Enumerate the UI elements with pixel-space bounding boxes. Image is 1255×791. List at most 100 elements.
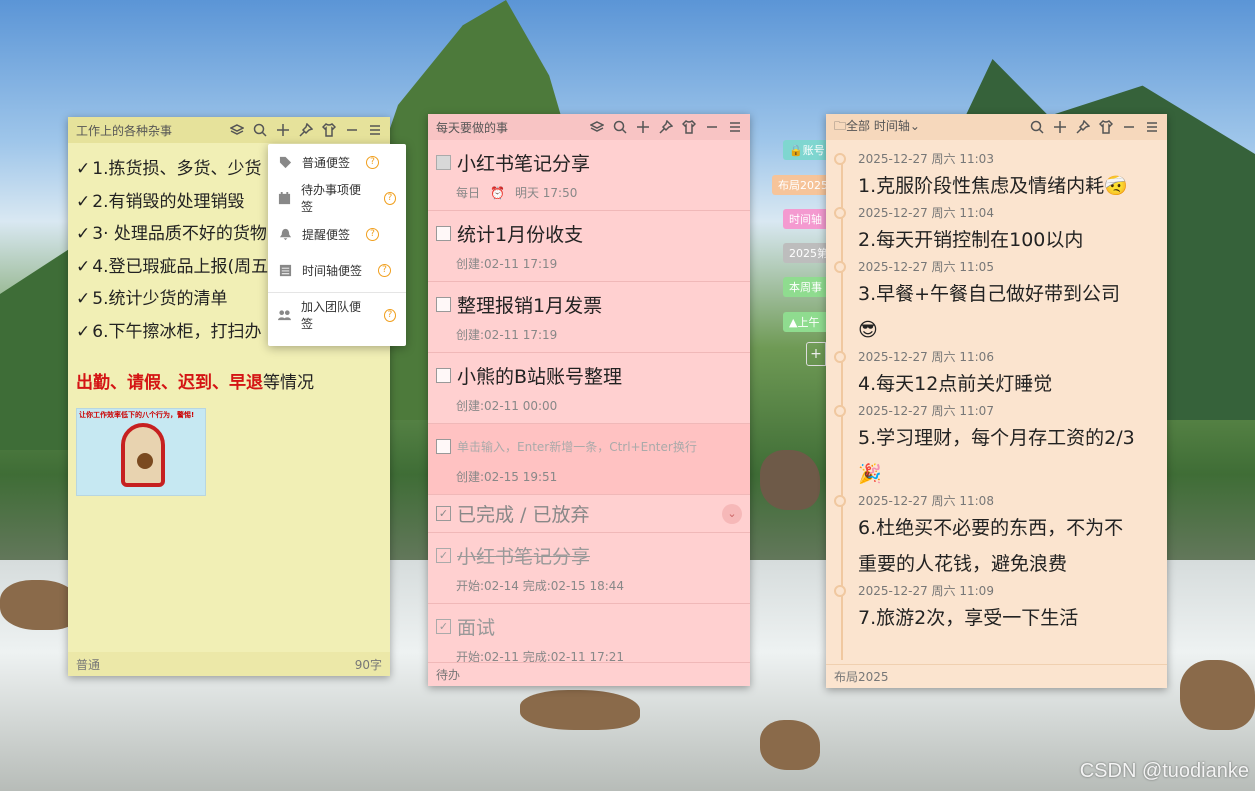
timeline-item[interactable]: 2025-12-27 周六 11:07 5.学习理财，每个月存工资的2/3 🎉	[834, 402, 1159, 492]
layers-icon[interactable]	[590, 120, 604, 134]
todo-item[interactable]: 小红书笔记分享 每日 ⏰ 明天 17:50	[428, 140, 750, 211]
help-icon[interactable]: ?	[366, 155, 380, 169]
menu-icon[interactable]	[728, 120, 742, 134]
todo-checkbox[interactable]	[436, 225, 451, 241]
note-titlebar[interactable]: 工作上的各种杂事	[68, 117, 390, 143]
layers-icon[interactable]	[230, 123, 244, 137]
check-icon: ✓	[76, 256, 91, 277]
timeline-dot	[834, 405, 846, 417]
word-count: 90字	[354, 657, 382, 672]
todo-item[interactable]: 整理报销1月发票 创建:02-11 17:19	[428, 282, 750, 353]
add-tab-icon[interactable]: +	[806, 342, 826, 366]
pin-icon[interactable]	[299, 123, 313, 137]
todo-checkbox[interactable]	[436, 438, 451, 454]
note-type: 布局2025	[834, 670, 889, 684]
add-icon[interactable]	[276, 123, 290, 137]
sticky-note-todo[interactable]: 每天要做的事 小红书笔记分享 每日 ⏰ 明天 17:50 统计1月份收支 创建:02…	[428, 114, 750, 686]
timeline-item[interactable]: 2025-12-27 周六 11:03 1.克服阶段性焦虑及情绪内耗🤕	[834, 150, 1159, 204]
todo-checkbox[interactable]	[436, 367, 451, 383]
menu-icon[interactable]	[1145, 120, 1159, 134]
note-title[interactable]: 🗀全部 时间轴⌄	[834, 117, 1030, 138]
todo-checkbox[interactable]	[436, 154, 451, 170]
rock	[1180, 660, 1255, 730]
note-type: 待办	[436, 668, 461, 682]
timeline-item[interactable]: 2025-12-27 周六 11:06 4.每天12点前关灯睡觉	[834, 348, 1159, 402]
add-icon[interactable]	[636, 120, 650, 134]
new-todo-input[interactable]: 单击输入，Enter新增一条，Ctrl+Enter换行 创建:02-15 19:…	[428, 424, 750, 495]
note-titlebar[interactable]: 🗀全部 时间轴⌄	[826, 114, 1167, 140]
menu-item-team-note[interactable]: 加入团队便签 ?	[268, 297, 406, 333]
search-icon[interactable]	[253, 123, 267, 137]
minimize-icon[interactable]	[345, 123, 359, 137]
list-icon	[278, 263, 292, 277]
chevron-down-icon[interactable]: ⌄	[722, 503, 742, 524]
timeline-item[interactable]: 2025-12-27 周六 11:08 6.杜绝买不必要的东西，不为不 重要的人…	[834, 492, 1159, 582]
search-icon[interactable]	[1030, 120, 1044, 134]
search-icon[interactable]	[613, 120, 627, 134]
emoji: 😎	[858, 319, 878, 341]
side-tab-morning[interactable]: ▲上午	[783, 312, 826, 332]
sticky-note-timeline[interactable]: 🗀全部 时间轴⌄ 2025-12-27 周六 11:03 1.克服阶段性焦虑及情…	[826, 114, 1167, 688]
folder-icon: 🗀	[834, 118, 847, 133]
menu-icon[interactable]	[368, 123, 382, 137]
side-tab-timeline[interactable]: 时间轴	[783, 209, 826, 229]
check-icon: ✓	[436, 506, 451, 521]
menu-item-reminder-note[interactable]: 提醒便签 ?	[268, 216, 406, 252]
todo-checkbox[interactable]	[436, 296, 451, 312]
menu-item-todo-note[interactable]: 待办事项便签 ?	[268, 180, 406, 216]
check-icon: ✓	[76, 191, 91, 212]
side-tab-account[interactable]: 🔒 账号	[783, 140, 826, 160]
tag-icon	[278, 155, 292, 169]
timeline-dot	[834, 153, 846, 165]
rock	[760, 450, 820, 510]
skin-shirt-icon[interactable]	[322, 123, 336, 137]
note-titlebar[interactable]: 每天要做的事	[428, 114, 750, 140]
check-icon: ✓	[76, 159, 91, 179]
rock	[760, 720, 820, 770]
note-title: 每天要做的事	[436, 120, 509, 135]
alarm-clock-icon: ⏰	[490, 185, 505, 200]
check-icon: ✓	[76, 321, 91, 342]
help-icon[interactable]: ?	[366, 227, 380, 241]
todo-item[interactable]: 统计1月份收支 创建:02-11 17:19	[428, 211, 750, 282]
embedded-image[interactable]: 让你工作效率低下的八个行为，警惕!	[76, 408, 206, 496]
menu-divider	[268, 292, 406, 293]
emoji: 🎉	[858, 463, 882, 485]
timeline-dot	[834, 495, 846, 507]
team-icon	[278, 308, 291, 322]
new-note-menu: 普通便签 ? 待办事项便签 ? 提醒便签 ? 时间轴便签 ? 加入团队便签 ?	[268, 144, 406, 346]
side-tab-week[interactable]: 本周事	[783, 277, 826, 297]
note-footer: 普通 90字	[68, 652, 390, 676]
pin-icon[interactable]	[659, 120, 673, 134]
rock	[520, 690, 640, 730]
skin-shirt-icon[interactable]	[1099, 120, 1113, 134]
timeline-dot	[834, 207, 846, 219]
add-icon[interactable]	[1053, 120, 1067, 134]
help-icon[interactable]: ?	[383, 308, 396, 322]
menu-item-timeline-note[interactable]: 时间轴便签 ?	[268, 252, 406, 288]
minimize-icon[interactable]	[1122, 120, 1136, 134]
side-tab-2025[interactable]: 2025第	[783, 243, 826, 263]
watermark: CSDN @tuodianke	[1079, 760, 1249, 782]
timeline: 2025-12-27 周六 11:03 1.克服阶段性焦虑及情绪内耗🤕 2025…	[826, 140, 1167, 636]
completed-section-header[interactable]: ✓ 已完成 / 已放弃 ⌄	[428, 495, 750, 533]
timeline-item[interactable]: 2025-12-27 周六 11:04 2.每天开销控制在100以内	[834, 204, 1159, 258]
todo-checkbox-checked[interactable]: ✓	[436, 547, 451, 563]
bell-icon	[278, 227, 292, 241]
pin-icon[interactable]	[1076, 120, 1090, 134]
skin-shirt-icon[interactable]	[682, 120, 696, 134]
todo-checkbox-checked[interactable]: ✓	[436, 618, 451, 634]
timeline-item[interactable]: 2025-12-27 周六 11:09 7.旅游2次，享受一下生活	[834, 582, 1159, 636]
timeline-dot	[834, 585, 846, 597]
menu-item-normal-note[interactable]: 普通便签 ?	[268, 144, 406, 180]
help-icon[interactable]: ?	[383, 191, 396, 205]
side-tab-layout[interactable]: 布局2025	[772, 175, 826, 195]
completed-todo-item[interactable]: ✓ 小红书笔记分享 开始:02-14 完成:02-15 18:44	[428, 533, 750, 604]
todo-item[interactable]: 小熊的B站账号整理 创建:02-11 00:00	[428, 353, 750, 424]
lock-icon: 🔒	[789, 143, 803, 157]
calendar-check-icon	[278, 191, 291, 205]
minimize-icon[interactable]	[705, 120, 719, 134]
help-icon[interactable]: ?	[378, 263, 392, 277]
timeline-item[interactable]: 2025-12-27 周六 11:05 3.早餐+午餐自己做好带到公司 😎	[834, 258, 1159, 348]
check-icon: ✓	[76, 289, 91, 309]
